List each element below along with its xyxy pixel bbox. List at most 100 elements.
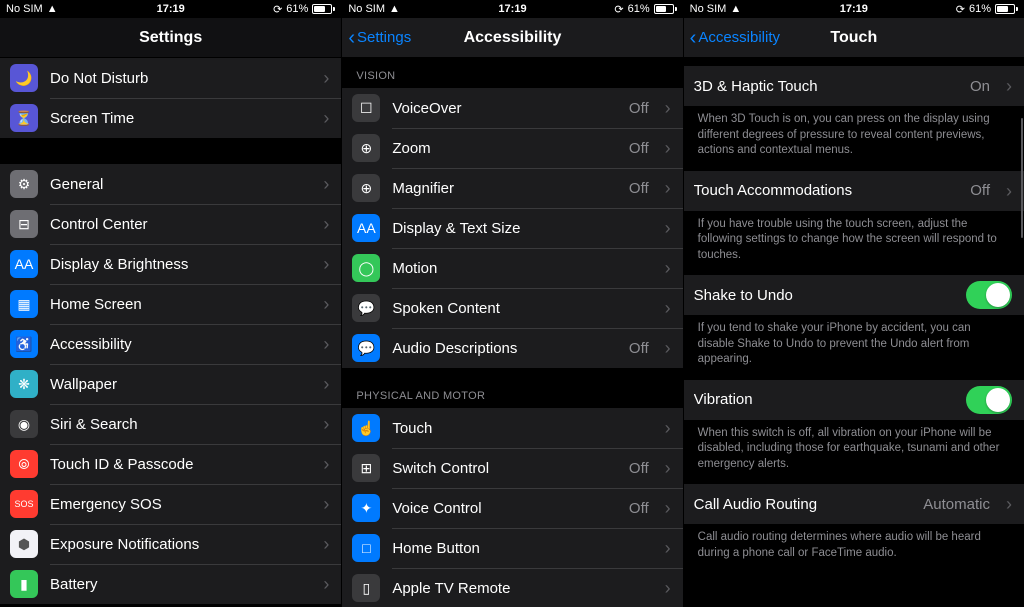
touch-list[interactable]: 3D & Haptic Touch On › When 3D Touch is …	[684, 58, 1024, 607]
row-3d-haptic-touch[interactable]: 3D & Haptic Touch On ›	[684, 66, 1024, 106]
row-detail: Off	[629, 460, 649, 477]
footer-vibration: When this switch is off, all vibration o…	[684, 420, 1024, 485]
row-touch[interactable]: ☝Touch›	[342, 408, 682, 448]
row-screen-time[interactable]: ⏳Screen Time›	[0, 98, 341, 138]
spoken-content-icon: 💬	[352, 294, 380, 322]
row-label: Wallpaper	[50, 376, 311, 393]
toggle-shake-to-undo[interactable]	[966, 281, 1012, 309]
row-apple-tv-remote[interactable]: ▯Apple TV Remote›	[342, 568, 682, 607]
row-label: Audio Descriptions	[392, 340, 617, 357]
back-button[interactable]: ‹Settings	[348, 28, 411, 48]
chevron-right-icon: ›	[323, 575, 329, 593]
switch-control-icon: ⊞	[352, 454, 380, 482]
row-siri-search[interactable]: ◉Siri & Search›	[0, 404, 341, 444]
chevron-right-icon: ›	[323, 535, 329, 553]
row-vibration[interactable]: Vibration	[684, 380, 1024, 420]
row-general[interactable]: ⚙General›	[0, 164, 341, 204]
row-do-not-disturb[interactable]: 🌙Do Not Disturb›	[0, 58, 341, 98]
footer-audio: Call audio routing determines where audi…	[684, 524, 1024, 573]
apple-tv-remote-icon: ▯	[352, 574, 380, 602]
row-emergency-sos[interactable]: SOSEmergency SOS›	[0, 484, 341, 524]
row-battery[interactable]: ▮ Battery ›	[0, 564, 341, 604]
zoom-icon: ⊕	[352, 134, 380, 162]
control-center-icon: ⊟	[10, 210, 38, 238]
voice-control-icon: ✦	[352, 494, 380, 522]
row-home-screen[interactable]: ▦Home Screen›	[0, 284, 341, 324]
chevron-right-icon: ›	[665, 339, 671, 357]
row-detail: Off	[629, 100, 649, 117]
row-touch-accommodations[interactable]: Touch Accommodations Off ›	[684, 171, 1024, 211]
row-audio-descriptions[interactable]: 💬Audio DescriptionsOff›	[342, 328, 682, 368]
footer-shake: If you tend to shake your iPhone by acci…	[684, 315, 1024, 380]
chevron-right-icon: ›	[323, 375, 329, 393]
row-switch-control[interactable]: ⊞ Switch Control Off ›	[342, 448, 682, 488]
row-label: Emergency SOS	[50, 496, 311, 513]
row-magnifier[interactable]: ⊕MagnifierOff›	[342, 168, 682, 208]
rotation-lock-icon: ⟳	[273, 3, 282, 16]
row-exposure-notifications[interactable]: ⬢Exposure Notifications›	[0, 524, 341, 564]
chevron-right-icon: ›	[665, 499, 671, 517]
row-label: VoiceOver	[392, 100, 617, 117]
row-label: Motion	[392, 260, 652, 277]
row-touch-id-passcode[interactable]: ⦾Touch ID & Passcode›	[0, 444, 341, 484]
row-home-button[interactable]: □Home Button›	[342, 528, 682, 568]
row-motion[interactable]: ◯Motion›	[342, 248, 682, 288]
row-voiceover[interactable]: ☐VoiceOverOff›	[342, 88, 682, 128]
settings-list[interactable]: 🌙Do Not Disturb›⏳Screen Time› ⚙General›⊟…	[0, 58, 341, 607]
section-header-motor: PHYSICAL AND MOTOR	[342, 368, 682, 408]
row-label: Spoken Content	[392, 300, 652, 317]
row-accessibility[interactable]: ♿Accessibility›	[0, 324, 341, 364]
home-screen-icon: ▦	[10, 290, 38, 318]
screen-touch: No SIM▲ 17:19 ⟳61% ‹Accessibility Touch …	[683, 0, 1024, 607]
row-voice-control[interactable]: ✦Voice ControlOff›	[342, 488, 682, 528]
display-text-size-icon: AA	[352, 214, 380, 242]
footer-accom: If you have trouble using the touch scre…	[684, 211, 1024, 276]
row-control-center[interactable]: ⊟Control Center›	[0, 204, 341, 244]
back-button[interactable]: ‹Accessibility	[690, 28, 780, 48]
status-bar: No SIM▲ 17:19 ⟳61%	[0, 0, 341, 18]
general-icon: ⚙	[10, 170, 38, 198]
row-detail: Off	[970, 182, 990, 199]
row-detail: Automatic	[923, 496, 990, 513]
row-display-brightness[interactable]: AADisplay & Brightness›	[0, 244, 341, 284]
siri-search-icon: ◉	[10, 410, 38, 438]
wifi-icon: ▲	[47, 3, 58, 15]
row-label: Exposure Notifications	[50, 536, 311, 553]
section-header-vision: VISION	[342, 58, 682, 88]
row-label: Touch	[392, 420, 652, 437]
carrier: No SIM	[348, 3, 385, 15]
row-zoom[interactable]: ⊕ZoomOff›	[342, 128, 682, 168]
chevron-right-icon: ›	[323, 255, 329, 273]
page-title: Accessibility	[464, 29, 562, 47]
nav-bar: ‹Settings Accessibility	[342, 18, 682, 58]
row-detail: Off	[629, 180, 649, 197]
row-label: Switch Control	[392, 460, 617, 477]
status-bar: No SIM▲ 17:19 ⟳61%	[342, 0, 682, 18]
voiceover-icon: ☐	[352, 94, 380, 122]
carrier: No SIM	[690, 3, 727, 15]
chevron-right-icon: ›	[665, 459, 671, 477]
row-label: Home Button	[392, 540, 652, 557]
battery-percent: 61%	[628, 3, 650, 15]
row-shake-to-undo[interactable]: Shake to Undo	[684, 275, 1024, 315]
scroll-indicator[interactable]	[1021, 118, 1023, 238]
accessibility-list[interactable]: VISION ☐VoiceOverOff›⊕ZoomOff›⊕Magnifier…	[342, 58, 682, 607]
status-bar: No SIM▲ 17:19 ⟳61%	[684, 0, 1024, 18]
row-label: Touch ID & Passcode	[50, 456, 311, 473]
footer-haptic: When 3D Touch is on, you can press on th…	[684, 106, 1024, 171]
row-label: Display & Text Size	[392, 220, 652, 237]
row-call-audio-routing[interactable]: Call Audio Routing Automatic ›	[684, 484, 1024, 524]
row-display-text-size[interactable]: AADisplay & Text Size›	[342, 208, 682, 248]
row-label: Zoom	[392, 140, 617, 157]
row-label: Siri & Search	[50, 416, 311, 433]
row-detail: Off	[629, 500, 649, 517]
row-label: Do Not Disturb	[50, 70, 311, 87]
row-label: Battery	[50, 576, 311, 593]
row-wallpaper[interactable]: ❋Wallpaper›	[0, 364, 341, 404]
row-spoken-content[interactable]: 💬Spoken Content›	[342, 288, 682, 328]
toggle-vibration[interactable]	[966, 386, 1012, 414]
chevron-right-icon: ›	[665, 179, 671, 197]
battery-icon: ▮	[10, 570, 38, 598]
row-label: Screen Time	[50, 110, 311, 127]
emergency-sos-icon: SOS	[10, 490, 38, 518]
